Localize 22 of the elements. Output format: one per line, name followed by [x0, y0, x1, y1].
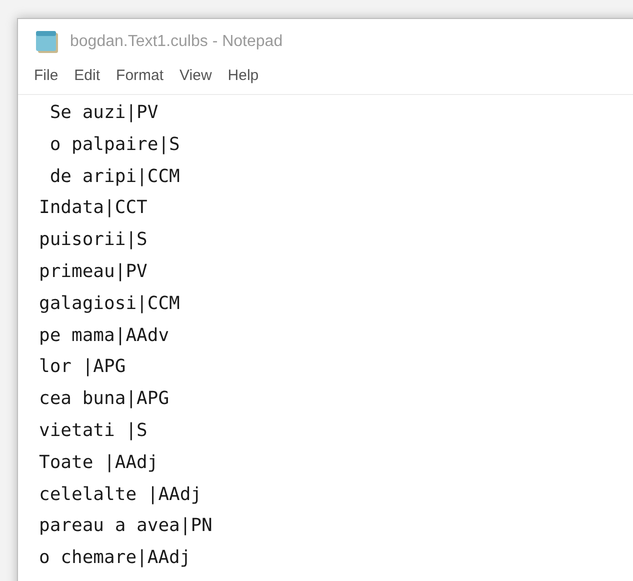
text-line: Indata|CCT	[39, 196, 148, 220]
text-line: lor |APG	[39, 355, 126, 380]
menu-item[interactable]: Edit	[68, 65, 106, 88]
text-area[interactable]: Se auzi|PV o palpaire|S de aripi|CCM Indata|CCT puisorii|S primeau|PV galagiosi|CCM pe mama|AAdv lor |APG cea buna|APG vietati |S Toate |AAdj celelalte |AAdj pareau a avea|PN o chemare|AAdj	[18, 95, 633, 574]
menu-item[interactable]: View	[174, 65, 218, 88]
text-line: cea buna|APG	[39, 387, 170, 412]
text-line: puisorii|S	[39, 228, 148, 252]
text-line: o chemare|AAdj	[39, 546, 191, 570]
window-title: bogdan.Text1.culbs - Notepad	[70, 32, 283, 52]
text-line: celelalte |AAdj	[39, 482, 202, 507]
text-line: o palpaire|S	[48, 132, 180, 157]
menu-item[interactable]: Format	[110, 65, 170, 88]
text-line: pareau a avea|PN	[39, 514, 212, 538]
text-line: vietati |S	[39, 418, 148, 443]
text-line: Toate |AAdj	[39, 450, 158, 475]
menu-item[interactable]: Help	[222, 65, 265, 88]
text-line: Se auzi|PV	[48, 101, 158, 125]
text-line: galagiosi|CCM	[39, 292, 180, 316]
text-line: pe mama|AAdv	[39, 324, 170, 348]
menu-item[interactable]: File	[28, 65, 64, 88]
text-line: de aripi|CCM	[48, 164, 180, 189]
text-line: primeau|PV	[39, 260, 148, 284]
